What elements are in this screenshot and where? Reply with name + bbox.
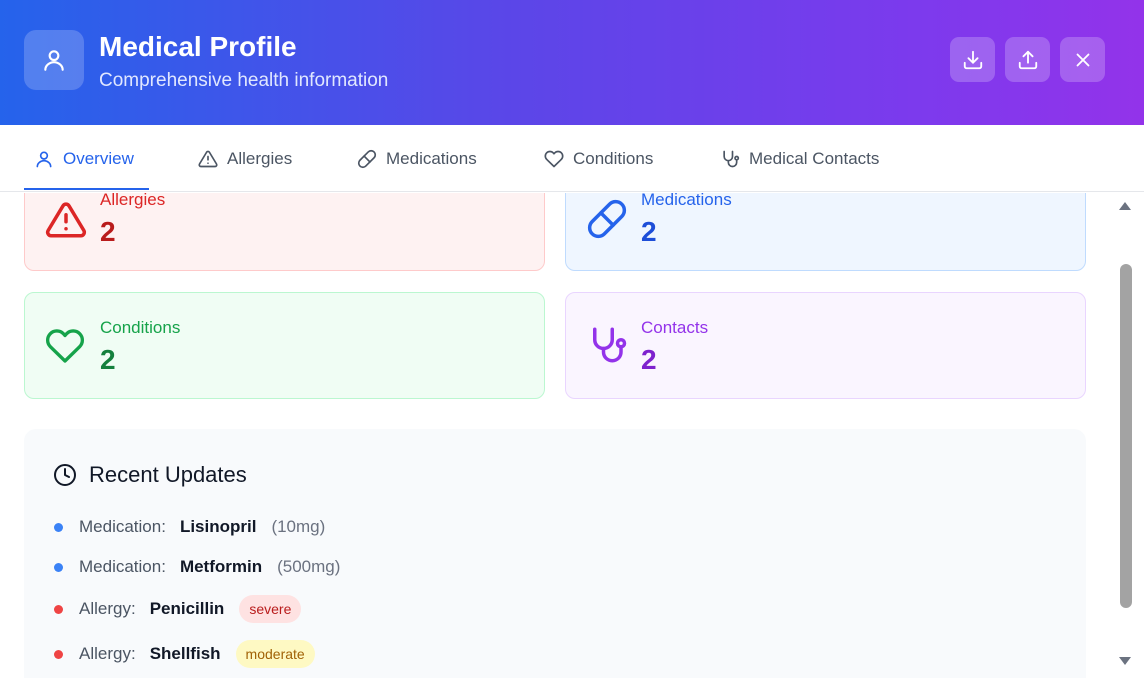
list-item: Medication: Metformin (500mg)	[54, 554, 340, 580]
list-item: Allergy: Penicillin severe	[54, 595, 302, 623]
close-button[interactable]	[1060, 37, 1105, 82]
card-count: 2	[641, 344, 657, 375]
allergies-summary-card[interactable]: Allergies 2	[24, 193, 545, 271]
scrollbar-thumb[interactable]	[1120, 264, 1132, 608]
download-button[interactable]	[950, 37, 995, 82]
scroll-down-arrow-icon[interactable]	[1119, 657, 1131, 665]
pill-icon	[357, 149, 377, 168]
item-type: Medication:	[79, 557, 166, 576]
card-count: 2	[100, 216, 116, 247]
tab-overview[interactable]: Overview	[34, 125, 134, 192]
tab-bar: Overview Allergies Medications Condition…	[0, 125, 1144, 192]
list-item: Allergy: Shellfish moderate	[54, 640, 315, 668]
card-label: Medications	[641, 193, 732, 209]
warning-icon	[45, 202, 87, 238]
tab-allergies[interactable]: Allergies	[198, 125, 292, 192]
overview-panel: Allergies 2 Medications 2 Conditions 2 C…	[0, 193, 1114, 678]
severity-badge: moderate	[235, 640, 315, 668]
page-title: Medical Profile	[99, 31, 297, 62]
status-dot	[54, 649, 63, 659]
item-name: Penicillin	[149, 599, 225, 618]
item-name: Shellfish	[149, 644, 221, 663]
card-label: Conditions	[100, 318, 181, 337]
tab-label: Overview	[63, 148, 134, 168]
tab-label: Medications	[386, 148, 477, 168]
profile-avatar	[24, 30, 84, 90]
clock-icon	[54, 464, 76, 486]
active-tab-indicator	[24, 188, 149, 190]
pill-icon	[587, 199, 627, 239]
list-item: Medication: Lisinopril (10mg)	[54, 514, 325, 540]
item-detail: (10mg)	[271, 517, 326, 536]
card-label: Allergies	[100, 193, 166, 209]
tab-label: Allergies	[227, 148, 293, 168]
item-name: Lisinopril	[179, 517, 257, 536]
modal-header: Medical Profile Comprehensive health inf…	[0, 0, 1144, 125]
page-subtitle: Comprehensive health information	[99, 70, 389, 91]
heart-icon	[45, 329, 85, 363]
upload-icon	[1018, 50, 1037, 69]
item-type: Allergy:	[79, 599, 136, 618]
item-type: Medication:	[79, 517, 166, 536]
user-icon	[44, 50, 64, 71]
status-dot	[54, 522, 63, 532]
tab-medications[interactable]: Medications	[357, 125, 477, 192]
severity-badge: severe	[239, 595, 302, 623]
contacts-summary-card[interactable]: Contacts 2	[565, 292, 1086, 399]
recent-updates-section: Recent Updates Medication: Lisinopril (1…	[24, 429, 1086, 678]
upload-button[interactable]	[1005, 37, 1050, 82]
heart-icon	[544, 150, 564, 167]
download-icon	[963, 50, 982, 69]
stethoscope-icon	[593, 327, 627, 363]
section-title: Recent Updates	[89, 462, 247, 487]
card-count: 2	[641, 216, 657, 247]
tab-medical-contacts[interactable]: Medical Contacts	[720, 125, 879, 192]
user-icon	[36, 151, 52, 167]
status-dot	[54, 562, 63, 572]
stethoscope-icon	[723, 150, 740, 167]
conditions-summary-card[interactable]: Conditions 2	[24, 292, 545, 399]
warning-icon	[198, 150, 218, 167]
status-dot	[54, 604, 63, 614]
card-count: 2	[100, 344, 116, 375]
item-type: Allergy:	[79, 644, 136, 663]
card-label: Contacts	[641, 318, 709, 337]
item-name: Metformin	[179, 557, 263, 576]
close-icon	[1076, 53, 1089, 66]
tab-conditions[interactable]: Conditions	[544, 125, 653, 192]
medications-summary-card[interactable]: Medications 2	[565, 193, 1086, 271]
tab-label: Medical Contacts	[749, 148, 880, 168]
scroll-up-arrow-icon[interactable]	[1119, 202, 1131, 210]
item-detail: (500mg)	[277, 557, 341, 576]
tab-label: Conditions	[573, 148, 654, 168]
